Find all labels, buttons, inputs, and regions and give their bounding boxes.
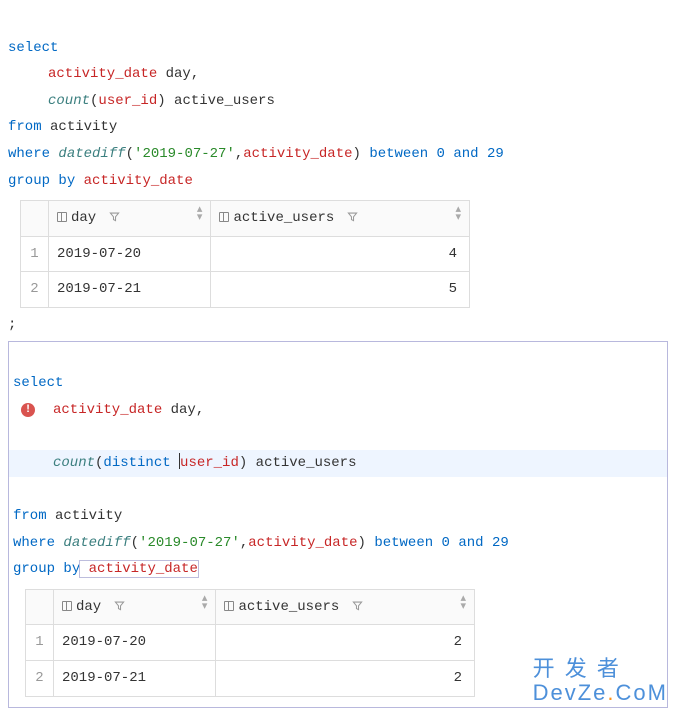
kw-by: by — [55, 561, 80, 577]
sql-query-2: select !activity_date day, count(distinc… — [13, 344, 663, 583]
num-0: 0 — [428, 146, 453, 162]
col-activity-date: activity_date — [53, 402, 162, 418]
col-user-id: user_id — [180, 455, 239, 471]
cell-active-users: 2 — [216, 625, 475, 661]
str-date: '2019-07-27' — [139, 535, 240, 551]
fn-datediff: datediff — [58, 146, 125, 162]
sort-icon[interactable]: ▴▾ — [460, 594, 466, 611]
num-0: 0 — [433, 535, 458, 551]
cell-day: 2019-07-21 — [54, 661, 216, 697]
rownum-header — [26, 589, 54, 625]
column-icon — [62, 601, 72, 611]
col-activity-date: activity_date — [48, 66, 157, 82]
filter-icon[interactable] — [105, 210, 120, 226]
kw-from: from — [8, 119, 42, 135]
kw-and: and — [458, 535, 483, 551]
kw-select: select — [13, 375, 63, 391]
alias-day: day, — [162, 402, 204, 418]
table-row: 1 2019-07-20 2 — [26, 625, 475, 661]
rownum: 2 — [21, 272, 49, 308]
kw-where: where — [13, 535, 55, 551]
semicolon: ; — [8, 312, 668, 339]
table-row: 1 2019-07-20 4 — [21, 236, 470, 272]
tbl-activity: activity — [47, 508, 123, 524]
sort-icon[interactable]: ▴▾ — [455, 205, 461, 222]
num-29: 29 — [479, 146, 504, 162]
sort-icon[interactable]: ▴▾ — [202, 594, 208, 611]
sort-icon[interactable]: ▴▾ — [197, 205, 203, 222]
kw-between: between — [374, 535, 433, 551]
kw-distinct: distinct — [103, 455, 170, 471]
num-29: 29 — [484, 535, 509, 551]
rownum: 1 — [21, 236, 49, 272]
error-icon[interactable]: ! — [21, 403, 35, 417]
kw-group: group — [13, 561, 55, 577]
str-date: '2019-07-27' — [134, 146, 235, 162]
kw-by: by — [50, 173, 75, 189]
col-header-active-users[interactable]: active_users ▴▾ — [211, 201, 470, 237]
alias-active-users: ) active_users — [239, 455, 357, 471]
kw-between: between — [369, 146, 428, 162]
column-icon — [57, 212, 67, 222]
sql-query-1: select activity_date day, count(user_id)… — [8, 8, 668, 194]
col-user-id: user_id — [98, 93, 157, 109]
table-row: 2 2019-07-21 5 — [21, 272, 470, 308]
fn-count: count — [48, 93, 90, 109]
rownum-header — [21, 201, 49, 237]
result-table-2: day ▴▾ active_users ▴▾ 1 2019-07-20 2 2 … — [25, 589, 475, 697]
column-icon — [224, 601, 234, 611]
col-header-active-users[interactable]: active_users ▴▾ — [216, 589, 475, 625]
kw-group: group — [8, 173, 50, 189]
col-header-day[interactable]: day ▴▾ — [54, 589, 216, 625]
filter-icon[interactable] — [110, 599, 125, 615]
column-icon — [219, 212, 229, 222]
filter-icon[interactable] — [348, 599, 363, 615]
kw-and: and — [453, 146, 478, 162]
result-table-1: day ▴▾ active_users ▴▾ 1 2019-07-20 4 2 … — [20, 200, 470, 308]
sql-query-2-box: select !activity_date day, count(distinc… — [8, 341, 668, 708]
cell-day: 2019-07-20 — [49, 236, 211, 272]
cell-day: 2019-07-21 — [49, 272, 211, 308]
kw-from: from — [13, 508, 47, 524]
table-row: 2 2019-07-21 2 — [26, 661, 475, 697]
fn-datediff: datediff — [63, 535, 130, 551]
cell-day: 2019-07-20 — [54, 625, 216, 661]
rownum: 2 — [26, 661, 54, 697]
kw-select: select — [8, 40, 58, 56]
cell-active-users: 4 — [211, 236, 470, 272]
cell-active-users: 5 — [211, 272, 470, 308]
alias-day: day, — [157, 66, 199, 82]
rownum: 1 — [26, 625, 54, 661]
tbl-activity: activity — [42, 119, 118, 135]
filter-icon[interactable] — [343, 210, 358, 226]
kw-where: where — [8, 146, 50, 162]
fn-count: count — [53, 455, 95, 471]
alias-active-users: ) active_users — [157, 93, 275, 109]
cell-active-users: 2 — [216, 661, 475, 697]
col-header-day[interactable]: day ▴▾ — [49, 201, 211, 237]
